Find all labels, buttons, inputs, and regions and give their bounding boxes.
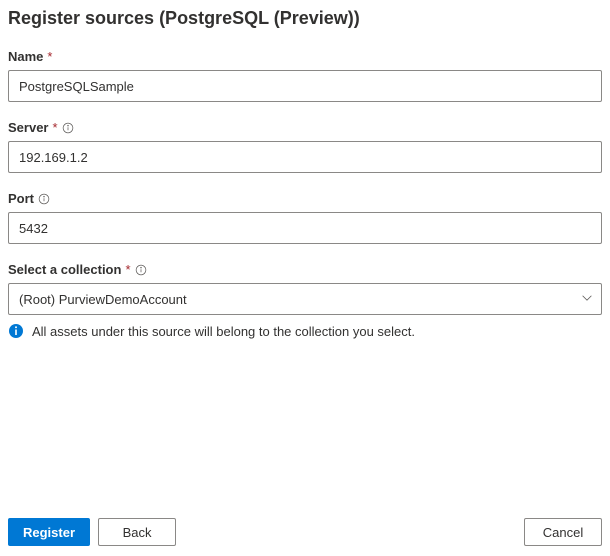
collection-select[interactable]: [8, 283, 602, 315]
collection-label-text: Select a collection: [8, 262, 121, 277]
name-input[interactable]: [8, 70, 602, 102]
collection-select-wrapper: [8, 283, 602, 315]
collection-hint-text: All assets under this source will belong…: [32, 324, 415, 339]
name-label: Name *: [8, 49, 602, 64]
name-group: Name *: [8, 49, 602, 102]
server-input[interactable]: [8, 141, 602, 173]
collection-hint-row: All assets under this source will belong…: [8, 323, 602, 339]
page-title: Register sources (PostgreSQL (Preview)): [8, 8, 602, 29]
register-button[interactable]: Register: [8, 518, 90, 546]
info-icon[interactable]: [62, 122, 74, 134]
port-label-text: Port: [8, 191, 34, 206]
required-mark: *: [52, 120, 57, 135]
required-mark: *: [47, 49, 52, 64]
info-icon[interactable]: [135, 264, 147, 276]
spacer: [184, 518, 516, 546]
name-label-text: Name: [8, 49, 43, 64]
port-input[interactable]: [8, 212, 602, 244]
collection-label: Select a collection *: [8, 262, 602, 277]
footer-actions: Register Back Cancel: [8, 518, 602, 546]
back-button[interactable]: Back: [98, 518, 176, 546]
info-solid-icon: [8, 323, 24, 339]
required-mark: *: [125, 262, 130, 277]
port-group: Port: [8, 191, 602, 244]
info-icon[interactable]: [38, 193, 50, 205]
server-group: Server *: [8, 120, 602, 173]
port-label: Port: [8, 191, 602, 206]
server-label: Server *: [8, 120, 602, 135]
cancel-button[interactable]: Cancel: [524, 518, 602, 546]
collection-group: Select a collection * All assets under t…: [8, 262, 602, 339]
server-label-text: Server: [8, 120, 48, 135]
